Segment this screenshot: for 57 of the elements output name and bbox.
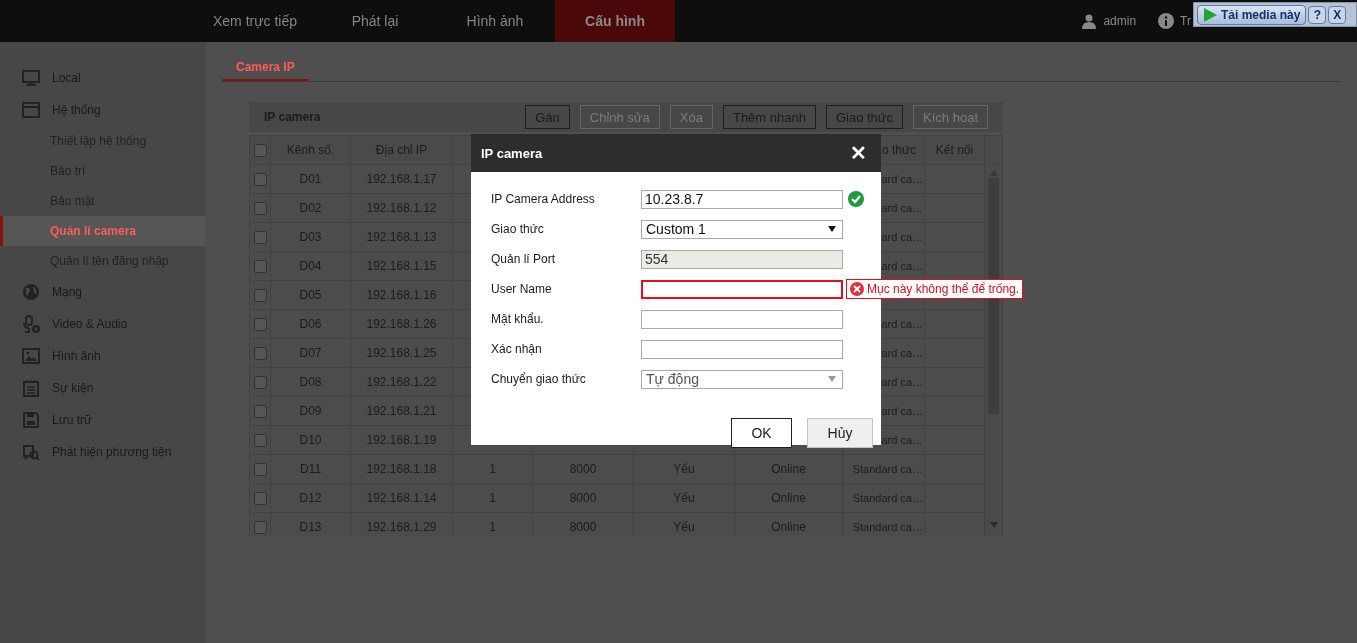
cancel-button[interactable]: Hủy xyxy=(807,418,873,448)
field-label: User Name xyxy=(491,282,553,296)
close-button[interactable]: ✕ xyxy=(846,141,871,165)
user-name[interactable]: admin xyxy=(1103,14,1137,28)
error-icon xyxy=(850,282,864,296)
ok-button[interactable]: OK xyxy=(731,418,792,448)
input-field[interactable]: 10.23.8.7 xyxy=(641,189,843,209)
caret-icon xyxy=(828,226,836,232)
image-icon xyxy=(22,347,40,365)
field-label: IP Camera Address xyxy=(491,192,596,206)
field-label: Quản lí Port xyxy=(491,252,557,266)
monitor-icon xyxy=(22,69,40,87)
download-button[interactable]: Tải media này xyxy=(1197,4,1307,25)
input-field[interactable] xyxy=(641,309,843,329)
microphone-icon xyxy=(22,315,40,333)
field-label: Chuyển giao thức xyxy=(491,372,587,386)
calendar-icon xyxy=(22,379,40,397)
checkbox[interactable] xyxy=(253,520,267,534)
nav-tab[interactable]: Phát lại xyxy=(315,0,435,42)
field-label: Giao thức xyxy=(491,222,545,236)
nav-tab[interactable]: Xem trực tiếp xyxy=(195,0,315,42)
dialog-title: IP camera xyxy=(481,145,543,161)
info-icon xyxy=(1158,13,1175,29)
checkbox[interactable] xyxy=(253,404,267,418)
field-label: Xác nhận xyxy=(491,342,543,356)
nav-tab[interactable]: Cấu hình xyxy=(555,0,675,42)
close-button[interactable]: X xyxy=(1328,5,1347,24)
error-message: Mục này không thể để trống. xyxy=(867,282,1020,296)
checkbox[interactable] xyxy=(253,433,267,447)
help-button[interactable]: ? xyxy=(1308,5,1327,24)
checkbox[interactable] xyxy=(253,230,267,244)
checkbox[interactable] xyxy=(253,288,267,302)
sidebar-subitem[interactable]: Quản lí camera xyxy=(0,216,206,246)
dropdown[interactable]: Custom 1 xyxy=(641,219,843,239)
field-label: Mật khẩu. xyxy=(491,312,545,326)
user-icon xyxy=(1081,13,1098,29)
caret-icon xyxy=(828,376,836,382)
window-icon xyxy=(22,101,40,119)
globe-icon xyxy=(22,283,40,301)
checkbox[interactable] xyxy=(253,201,267,215)
checkbox[interactable] xyxy=(253,346,267,360)
input-field[interactable] xyxy=(641,339,843,359)
check-icon xyxy=(847,190,865,208)
checkbox[interactable] xyxy=(253,491,267,505)
checkbox[interactable] xyxy=(253,462,267,476)
nav-tab[interactable]: Hình ảnh xyxy=(435,0,555,42)
checkbox[interactable] xyxy=(253,259,267,273)
help-link[interactable]: Tr xyxy=(1180,14,1191,28)
checkbox[interactable] xyxy=(253,172,267,186)
scroll-down-icon[interactable] xyxy=(989,522,998,528)
input-field[interactable] xyxy=(641,279,843,299)
checkbox[interactable] xyxy=(253,143,267,157)
tab[interactable]: Camera IP xyxy=(222,54,309,81)
play-icon xyxy=(1202,6,1218,23)
checkbox[interactable] xyxy=(253,375,267,389)
checkbox[interactable] xyxy=(253,317,267,331)
vehicle-search-icon xyxy=(22,443,40,461)
